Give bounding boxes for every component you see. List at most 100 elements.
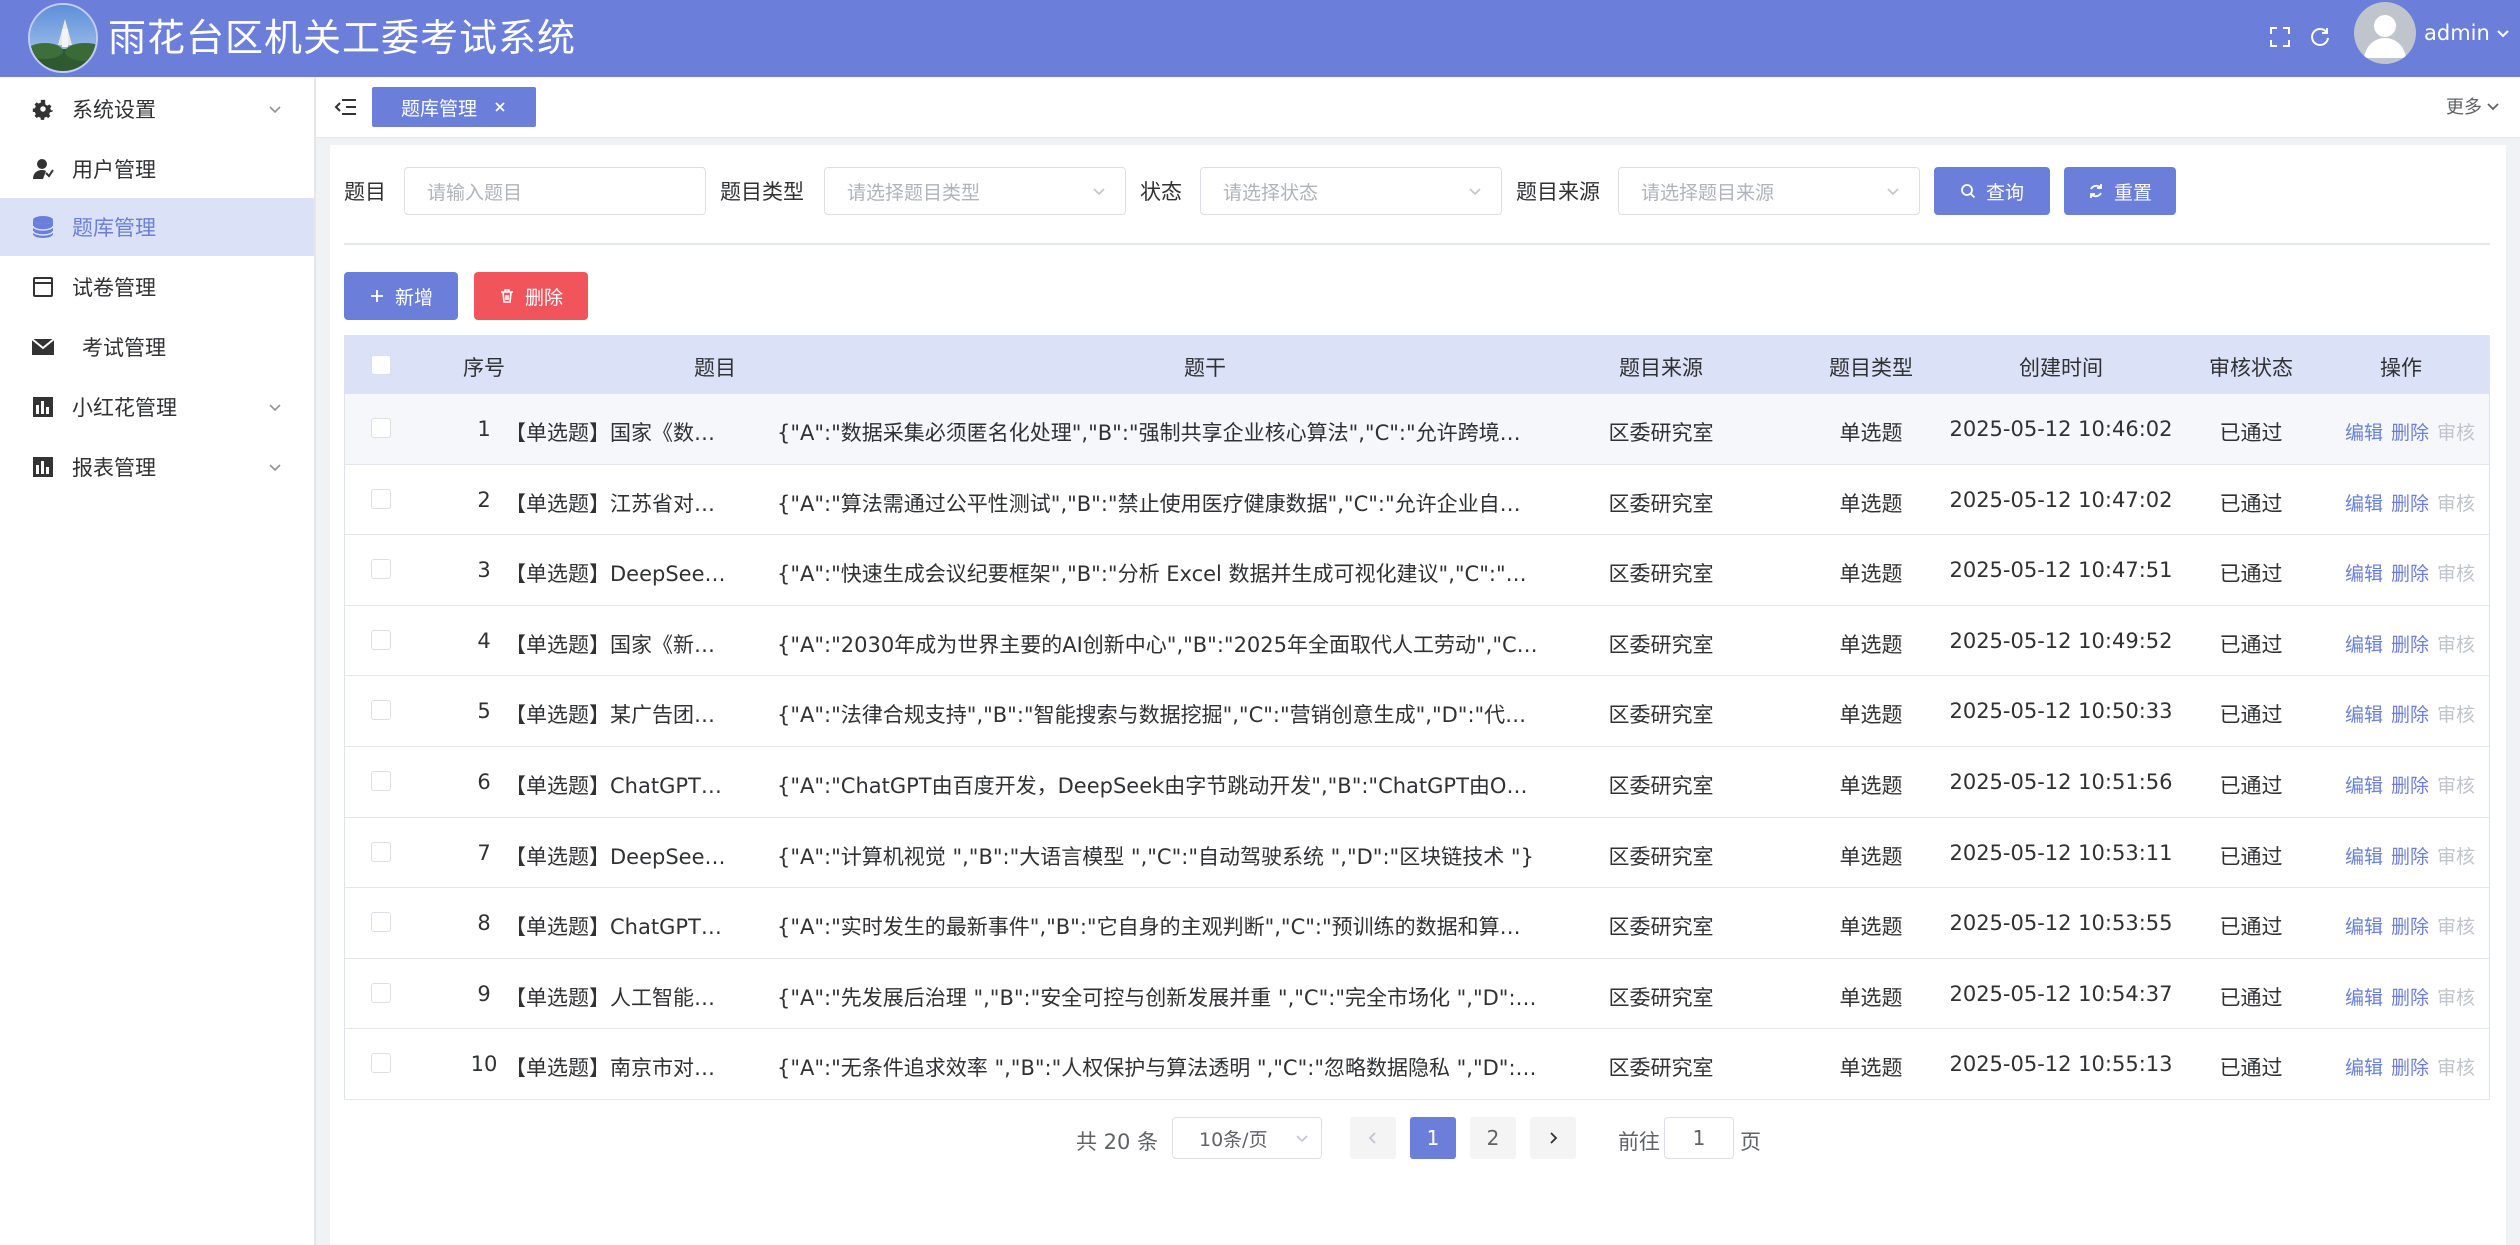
table-row[interactable]: 9 【单选题】人工智能… {"A":"先发展后治理 ","B":"安全可控与创新发展… — [345, 958, 2489, 1030]
batch-delete-button[interactable]: 删除 — [474, 272, 588, 320]
delete-link[interactable]: 删除 — [2391, 630, 2429, 657]
sidebar-item-report-management[interactable]: 报表管理 — [0, 438, 314, 496]
delete-link[interactable]: 删除 — [2391, 418, 2429, 445]
audit-link[interactable]: 审核 — [2437, 1053, 2475, 1080]
edit-link[interactable]: 编辑 — [2345, 489, 2383, 516]
audit-link[interactable]: 审核 — [2437, 771, 2475, 798]
cell-audit-status: 已通过 — [2219, 703, 2283, 728]
table-row[interactable]: 1 【单选题】国家《数… {"A":"数据采集必须匿名化处理","B":"强制共享企… — [345, 394, 2489, 465]
title-input[interactable]: 请输入题目 — [404, 167, 706, 215]
table-row[interactable]: 10 【单选题】南京市对… {"A":"无条件追求效率 ","B":"人权保护与算法… — [345, 1029, 2489, 1100]
audit-link[interactable]: 审核 — [2437, 700, 2475, 727]
table-row[interactable]: 2 【单选题】江苏省对… {"A":"算法需通过公平性测试","B":"禁止使用医疗… — [345, 464, 2489, 536]
row-checkbox[interactable] — [371, 559, 391, 580]
prev-page-button[interactable] — [1350, 1117, 1396, 1159]
edit-link[interactable]: 编辑 — [2345, 842, 2383, 869]
row-checkbox[interactable] — [371, 841, 391, 862]
cell-source: 区委研究室 — [1608, 1056, 1714, 1081]
table-row[interactable]: 6 【单选题】ChatGPT… {"A":"ChatGPT由百度开发，DeepSee… — [345, 747, 2489, 818]
audit-link[interactable]: 审核 — [2437, 418, 2475, 445]
delete-link[interactable]: 删除 — [2391, 1053, 2429, 1080]
table-row[interactable]: 5 【单选题】某广告团… {"A":"法律合规支持","B":"智能搜索与数据挖掘"… — [345, 676, 2489, 747]
cell-audit-status: 已通过 — [2219, 774, 2283, 798]
audit-link[interactable]: 审核 — [2437, 983, 2475, 1010]
edit-link[interactable]: 编辑 — [2345, 559, 2383, 586]
row-checkbox[interactable] — [371, 1053, 391, 1074]
edit-link[interactable]: 编辑 — [2345, 912, 2383, 939]
edit-link[interactable]: 编辑 — [2345, 630, 2383, 657]
row-checkbox[interactable] — [371, 771, 391, 791]
edit-link[interactable]: 编辑 — [2345, 771, 2383, 798]
row-checkbox[interactable] — [371, 418, 391, 438]
row-checkbox[interactable] — [371, 912, 391, 933]
cell-title: 【单选题】DeepSee… — [505, 562, 726, 587]
reset-button[interactable]: 重置 — [2064, 167, 2176, 215]
cell-audit-status: 已通过 — [2219, 985, 2283, 1010]
delete-link[interactable]: 删除 — [2391, 842, 2429, 869]
delete-link[interactable]: 删除 — [2391, 559, 2429, 586]
page-2-button[interactable]: 2 — [1470, 1117, 1516, 1159]
chevron-down-icon — [2497, 30, 2509, 38]
type-select[interactable]: 请选择题目类型 — [824, 167, 1126, 215]
table-row[interactable]: 3 【单选题】DeepSee… {"A":"快速生成会议纪要框架","B":"分析 … — [345, 535, 2489, 606]
select-all-checkbox[interactable] — [371, 355, 391, 375]
audit-link[interactable]: 审核 — [2437, 630, 2475, 657]
cell-source: 区委研究室 — [1608, 562, 1714, 587]
cell-created-time: 2025-05-12 10:47:51 — [1949, 558, 2173, 583]
table-row[interactable]: 8 【单选题】ChatGPT… {"A":"实时发生的最新事件","B":"它自身的… — [345, 888, 2489, 959]
sidebar-item-exam-management[interactable]: 考试管理 — [0, 318, 314, 376]
sidebar-item-label: 系统设置 — [72, 98, 156, 122]
cell-type: 单选题 — [1839, 703, 1903, 728]
sidebar-item-user-management[interactable]: 用户管理 — [0, 140, 314, 198]
fullscreen-icon[interactable] — [2260, 17, 2300, 57]
edit-link[interactable]: 编辑 — [2345, 418, 2383, 445]
refresh-icon[interactable] — [2300, 17, 2340, 57]
edit-link[interactable]: 编辑 — [2345, 1053, 2383, 1080]
goto-page-input[interactable]: 1 — [1664, 1117, 1734, 1159]
audit-link[interactable]: 审核 — [2437, 912, 2475, 939]
delete-link[interactable]: 删除 — [2391, 700, 2429, 727]
delete-link[interactable]: 删除 — [2391, 489, 2429, 516]
page-1-button[interactable]: 1 — [1410, 1117, 1456, 1159]
delete-link[interactable]: 删除 — [2391, 771, 2429, 798]
edit-link[interactable]: 编辑 — [2345, 983, 2383, 1010]
header-stem: 题干 — [1184, 356, 1226, 380]
cell-source: 区委研究室 — [1608, 491, 1714, 516]
mail-icon — [28, 332, 58, 362]
sidebar-item-question-bank[interactable]: 题库管理 — [0, 198, 314, 256]
trash-icon — [500, 289, 513, 303]
cell-audit-status: 已通过 — [2219, 1056, 2283, 1081]
query-button[interactable]: 查询 — [1934, 167, 2050, 215]
cell-source: 区委研究室 — [1608, 844, 1714, 869]
status-select[interactable]: 请选择状态 — [1200, 167, 1502, 215]
collapse-sidebar-icon[interactable] — [332, 93, 360, 121]
table-row[interactable]: 7 【单选题】DeepSee… {"A":"计算机视觉 ","B":"大语言模型 "… — [345, 817, 2489, 889]
source-select[interactable]: 请选择题目来源 — [1618, 167, 1920, 215]
delete-link[interactable]: 删除 — [2391, 983, 2429, 1010]
user-avatar[interactable] — [2354, 2, 2416, 64]
row-checkbox[interactable] — [371, 982, 391, 1003]
sidebar-item-label: 报表管理 — [72, 456, 156, 480]
table-row[interactable]: 4 【单选题】国家《新… {"A":"2030年成为世界主要的AI创新中心","B"… — [345, 605, 2489, 677]
next-page-button[interactable] — [1530, 1117, 1576, 1159]
tab-label: 题库管理 — [400, 97, 477, 120]
row-checkbox[interactable] — [371, 700, 391, 721]
user-menu[interactable]: admin — [2424, 18, 2510, 48]
tab-question-bank[interactable]: 题库管理 — [372, 87, 536, 127]
more-tabs-menu[interactable]: 更多 — [2446, 93, 2500, 119]
page-size-select[interactable]: 10条/页 — [1172, 1117, 1322, 1159]
row-checkbox[interactable] — [371, 488, 391, 509]
edit-link[interactable]: 编辑 — [2345, 700, 2383, 727]
sidebar-item-system-settings[interactable]: 系统设置 — [0, 80, 314, 138]
filter-source-label: 题目来源 — [1516, 180, 1600, 204]
audit-link[interactable]: 审核 — [2437, 489, 2475, 516]
delete-link[interactable]: 删除 — [2391, 912, 2429, 939]
row-checkbox[interactable] — [371, 629, 391, 650]
audit-link[interactable]: 审核 — [2437, 559, 2475, 586]
add-button[interactable]: 新增 — [344, 272, 458, 320]
chevron-down-icon — [269, 106, 281, 114]
sidebar-item-red-flower-management[interactable]: 小红花管理 — [0, 378, 314, 436]
sidebar-item-paper-management[interactable]: 试卷管理 — [0, 258, 314, 316]
audit-link[interactable]: 审核 — [2437, 842, 2475, 869]
close-icon[interactable] — [493, 100, 507, 114]
